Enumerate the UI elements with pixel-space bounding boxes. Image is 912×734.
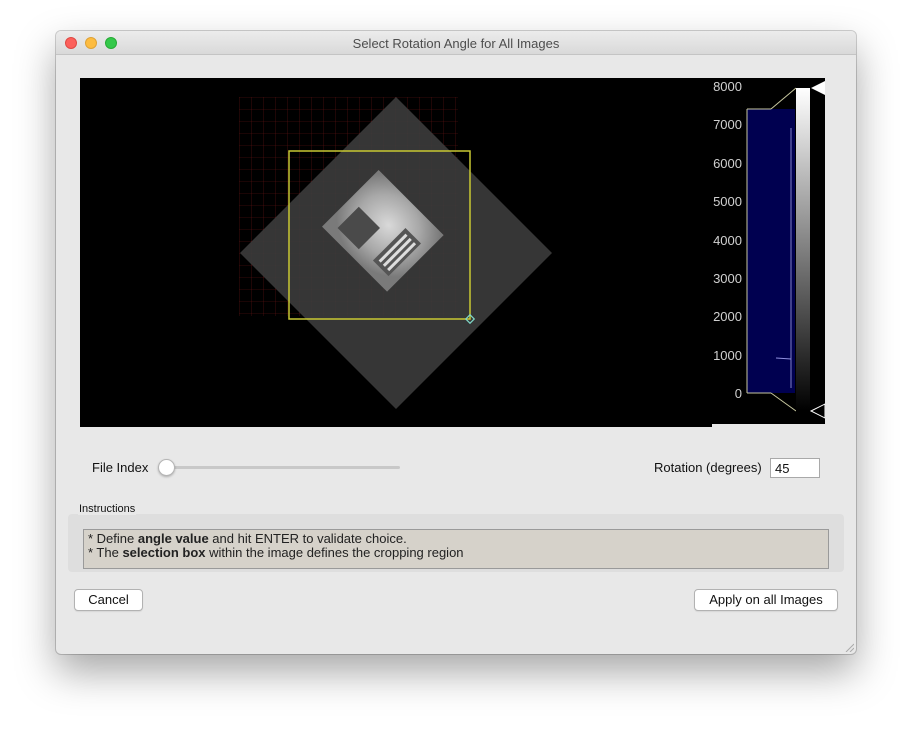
window-title: Select Rotation Angle for All Images (352, 36, 560, 51)
colorbar (796, 88, 810, 411)
colorbar-tick: 0 (735, 386, 742, 401)
cancel-button[interactable]: Cancel (74, 589, 143, 611)
apply-button[interactable]: Apply on all Images (694, 589, 838, 611)
colorbar-axis: 8000 7000 6000 5000 4000 3000 2000 1000 … (713, 79, 742, 401)
file-index-slider-track[interactable] (160, 466, 400, 469)
title-bar: Select Rotation Angle for All Images (56, 31, 856, 55)
instructions-title: Instructions (78, 503, 137, 515)
colorbar-tick: 6000 (713, 156, 742, 171)
instruction-line-1: * Define angle value and hit ENTER to va… (88, 531, 407, 546)
colorbar-tick: 7000 (713, 117, 742, 132)
instruction-line-2: * The selection box within the image def… (88, 545, 464, 560)
instructions-text: * Define angle value and hit ENTER to va… (83, 529, 829, 569)
colorbar-tick: 4000 (713, 233, 742, 248)
file-index-label: File Index (92, 460, 149, 475)
rotation-input[interactable] (770, 458, 820, 478)
rotation-label: Rotation (degrees) (654, 460, 762, 475)
dialog-window: Select Rotation Angle for All Images 800… (56, 31, 856, 654)
image-view[interactable]: 8000 7000 6000 5000 4000 3000 2000 1000 … (80, 78, 825, 427)
colorbar-tick: 2000 (713, 309, 742, 324)
file-index-slider-thumb[interactable] (158, 459, 175, 476)
colorbar-tick: 3000 (713, 271, 742, 286)
histogram-fill (747, 109, 795, 393)
colorbar-tick: 8000 (713, 79, 742, 94)
colorbar-tick: 1000 (713, 348, 742, 363)
image-canvas[interactable]: 8000 7000 6000 5000 4000 3000 2000 1000 … (80, 78, 825, 427)
colorbar-tick: 5000 (713, 194, 742, 209)
resize-grip-icon[interactable] (844, 642, 854, 652)
